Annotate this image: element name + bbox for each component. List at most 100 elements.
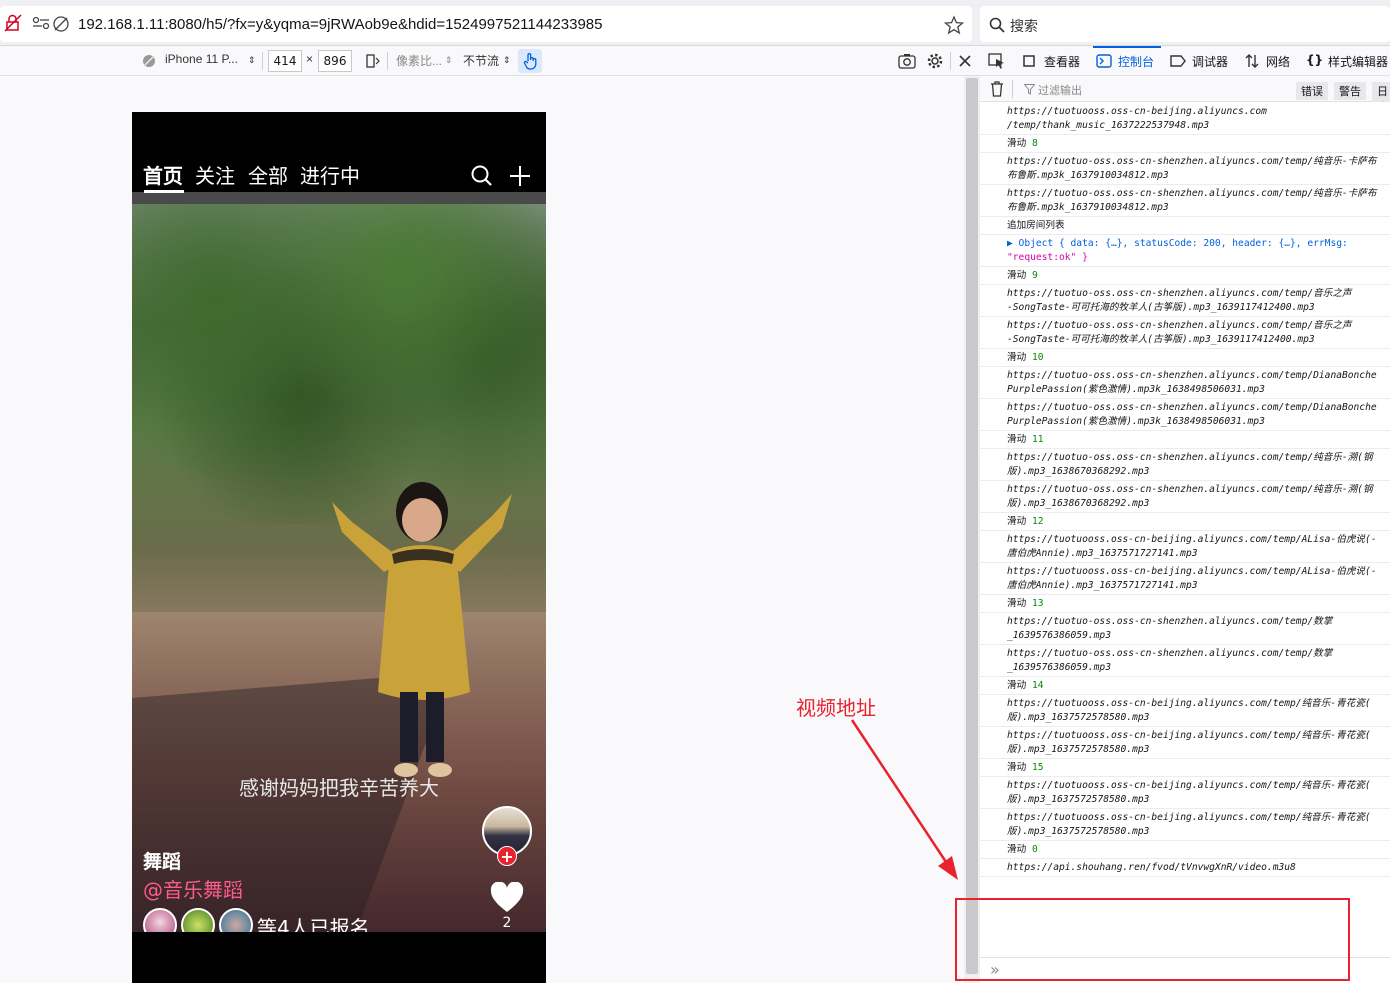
search-field[interactable] bbox=[980, 6, 1390, 42]
console-slide-entry: 滑动 11 bbox=[1007, 433, 1390, 447]
viewport-height-input[interactable]: 896 bbox=[318, 50, 352, 72]
device-dropdown-icon[interactable]: ⇕ bbox=[248, 55, 256, 66]
log-separator bbox=[980, 480, 1390, 481]
insecure-lock-icon[interactable] bbox=[4, 14, 22, 32]
console-slide-entry: 滑动 8 bbox=[1007, 137, 1390, 151]
log-separator bbox=[980, 726, 1390, 727]
devtools-tab-bar: 查看器 控制台 调试器 网络 {} 样式编辑器 bbox=[980, 46, 1390, 76]
filter-icon bbox=[1024, 84, 1035, 95]
filter-input[interactable]: 过滤输出 bbox=[1038, 82, 1082, 98]
video-caption: 感谢妈妈把我辛苦养大 bbox=[239, 776, 439, 800]
log-separator bbox=[980, 840, 1390, 841]
console-url-entry: https://tuotuo-oss.oss-cn-shenzhen.aliyu… bbox=[1007, 188, 1377, 213]
search-icon[interactable] bbox=[470, 164, 494, 188]
slide-number: 15 bbox=[1031, 762, 1044, 773]
settings-gear-icon[interactable] bbox=[926, 52, 944, 70]
log-separator bbox=[980, 316, 1390, 317]
annotation-label: 视频地址 bbox=[796, 696, 876, 720]
tab-all[interactable]: 全部 bbox=[248, 160, 288, 189]
tracking-protection-icon[interactable] bbox=[52, 15, 70, 33]
console-slide-entry: 滑动 13 bbox=[1007, 597, 1390, 611]
search-icon bbox=[989, 17, 1005, 33]
viewport-scrollbar-thumb[interactable] bbox=[966, 78, 978, 974]
device-icon bbox=[143, 55, 155, 67]
log-separator bbox=[980, 184, 1390, 185]
tab-following[interactable]: 关注 bbox=[195, 160, 235, 189]
pixel-ratio-dropdown-icon[interactable]: ⇕ bbox=[445, 55, 453, 66]
slide-label: 滑动 bbox=[1007, 762, 1032, 773]
slide-label: 滑动 bbox=[1007, 516, 1032, 527]
filter-warnings-button[interactable]: 警告 bbox=[1334, 82, 1366, 100]
log-separator bbox=[980, 612, 1390, 613]
follow-button[interactable]: + bbox=[497, 846, 517, 866]
touch-simulation-button[interactable] bbox=[518, 49, 542, 73]
console-object-entry[interactable]: ▶ Object { data: {…}, statusCode: 200, h… bbox=[1007, 237, 1390, 265]
slide-label: 滑动 bbox=[1007, 138, 1032, 149]
log-separator bbox=[980, 266, 1390, 267]
console-url-entry: https://tuotuo-oss.oss-cn-shenzhen.aliyu… bbox=[1007, 402, 1377, 427]
heart-icon[interactable] bbox=[490, 882, 524, 914]
tab-debugger[interactable]: 调试器 bbox=[1192, 53, 1228, 70]
log-separator bbox=[980, 152, 1390, 153]
log-separator bbox=[980, 808, 1390, 809]
active-tab-indicator bbox=[144, 190, 184, 193]
slide-number: 10 bbox=[1031, 352, 1044, 363]
log-separator bbox=[980, 594, 1390, 595]
bookmark-star-icon[interactable] bbox=[944, 15, 964, 35]
filter-errors-button[interactable]: 错误 bbox=[1296, 82, 1328, 100]
url-text[interactable]: 192.168.1.11:8080/h5/?fx=y&yqma=9jRWAob9… bbox=[78, 16, 602, 33]
console-url-entry: https://tuotuo-oss.oss-cn-shenzhen.aliyu… bbox=[1007, 156, 1377, 181]
viewport-width-input[interactable]: 414 bbox=[268, 50, 302, 72]
console-text-entry: 追加房间列表 bbox=[1007, 220, 1065, 231]
console-url-entry: https://tuotuo-oss.oss-cn-shenzhen.aliyu… bbox=[1007, 288, 1352, 313]
tab-network[interactable]: 网络 bbox=[1266, 53, 1290, 70]
console-url-entry: https://tuotuooss.oss-cn-beijing.aliyunc… bbox=[1007, 812, 1371, 837]
console-slide-entry: 滑动 15 bbox=[1007, 761, 1390, 775]
tab-inspector[interactable]: 查看器 bbox=[1044, 53, 1080, 70]
pixel-ratio-select[interactable]: 像素比... bbox=[396, 52, 442, 69]
log-separator bbox=[980, 776, 1390, 777]
slide-label: 滑动 bbox=[1007, 680, 1032, 691]
trash-icon[interactable] bbox=[990, 81, 1004, 97]
like-count: 2 bbox=[502, 915, 512, 931]
divider bbox=[950, 52, 951, 70]
log-separator bbox=[980, 134, 1390, 135]
console-slide-entry: 滑动 0 bbox=[1007, 843, 1390, 857]
device-select[interactable]: iPhone 11 P... bbox=[165, 52, 238, 66]
console-url-entry: https://tuotuooss.oss-cn-beijing.aliyunc… bbox=[1007, 566, 1377, 591]
touch-icon bbox=[523, 53, 537, 70]
log-separator bbox=[980, 366, 1390, 367]
console-output: https://tuotuooss.oss-cn-beijing.aliyunc… bbox=[980, 102, 1390, 957]
console-slide-entry: 滑动 9 bbox=[1007, 269, 1390, 283]
log-separator bbox=[980, 694, 1390, 695]
tab-in-progress[interactable]: 进行中 bbox=[300, 160, 360, 189]
log-separator bbox=[980, 876, 1390, 877]
rotate-device-icon[interactable] bbox=[364, 53, 380, 69]
console-url-entry: https://tuotuooss.oss-cn-beijing.aliyunc… bbox=[1007, 780, 1371, 805]
slide-number: 0 bbox=[1031, 844, 1038, 855]
throttle-select[interactable]: 不节流 bbox=[463, 52, 499, 69]
element-picker-icon[interactable] bbox=[988, 53, 1006, 69]
tab-style-editor[interactable]: 样式编辑器 bbox=[1328, 53, 1388, 70]
tab-home[interactable]: 首页 bbox=[143, 160, 183, 189]
post-tag-link[interactable]: @音乐舞蹈 bbox=[143, 874, 243, 903]
console-url-entry: https://tuotuooss.oss-cn-beijing.aliyunc… bbox=[1007, 534, 1377, 559]
console-url-entry: https://tuotuo-oss.oss-cn-shenzhen.aliyu… bbox=[1007, 616, 1333, 641]
log-separator bbox=[980, 562, 1390, 563]
log-separator bbox=[980, 858, 1390, 859]
debugger-icon bbox=[1170, 55, 1186, 67]
log-separator bbox=[980, 644, 1390, 645]
slide-number: 9 bbox=[1031, 270, 1038, 281]
console-url-entry: https://tuotuooss.oss-cn-beijing.aliyunc… bbox=[1007, 106, 1267, 131]
top-tab-bar: 首页 关注 全部 进行中 bbox=[132, 156, 546, 196]
throttle-dropdown-icon[interactable]: ⇕ bbox=[503, 55, 511, 66]
screenshot-icon[interactable] bbox=[898, 53, 916, 69]
post-title: 舞蹈 bbox=[143, 851, 182, 873]
permissions-icon[interactable] bbox=[32, 16, 50, 30]
add-icon[interactable] bbox=[508, 164, 532, 188]
video-child-figure bbox=[332, 482, 512, 777]
console-filter-bar: 过滤输出 错误 警告 日志 bbox=[980, 76, 1390, 116]
close-rdm-icon[interactable] bbox=[958, 54, 972, 68]
slide-label: 滑动 bbox=[1007, 352, 1032, 363]
tab-console[interactable]: 控制台 bbox=[1118, 53, 1154, 70]
